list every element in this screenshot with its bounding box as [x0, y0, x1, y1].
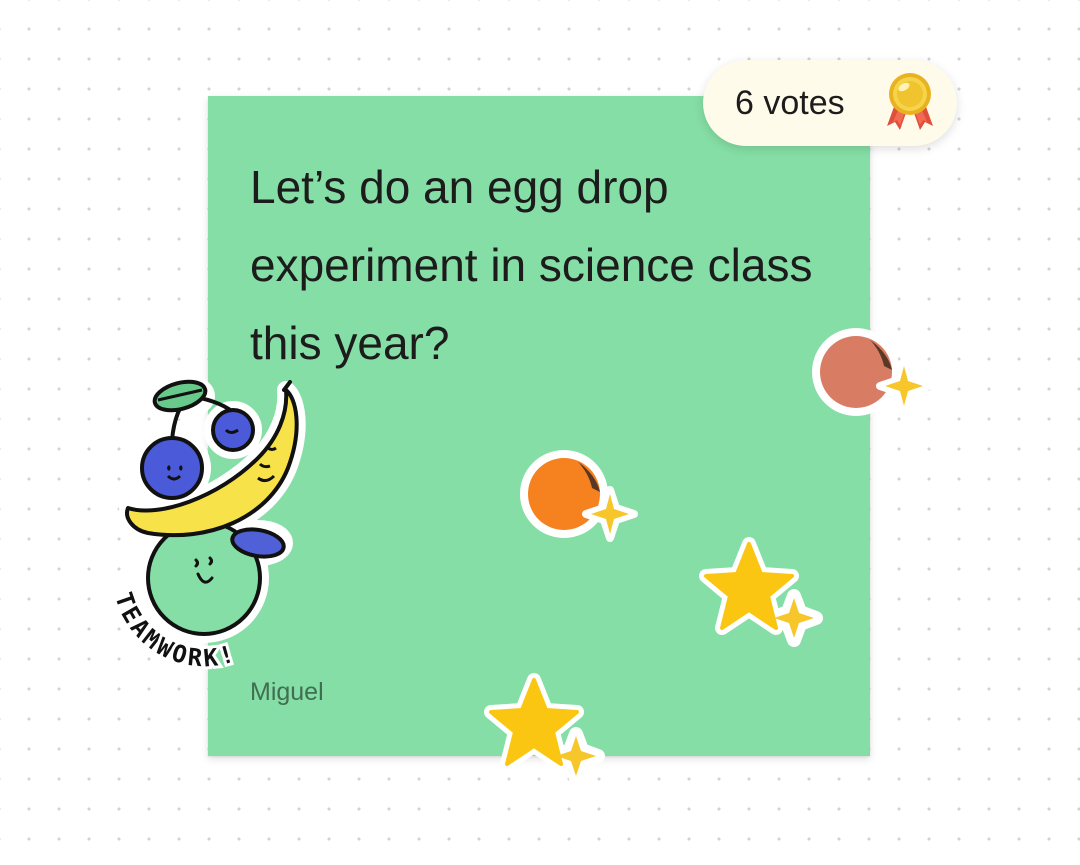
- whiteboard-canvas[interactable]: Let’s do an egg drop experiment in scien…: [0, 0, 1080, 865]
- star-sticker[interactable]: [476, 668, 611, 793]
- note-author: Miguel: [250, 678, 324, 706]
- vote-badge[interactable]: 6 votes: [703, 60, 957, 146]
- medal-icon: [881, 70, 939, 136]
- star-sticker[interactable]: [694, 534, 829, 654]
- peel-dot-sticker-orange[interactable]: [516, 444, 646, 552]
- teamwork-fruit-sticker[interactable]: TEAMWORK!: [98, 368, 313, 676]
- vote-count-label: 6 votes: [735, 84, 845, 122]
- note-text[interactable]: Let’s do an egg drop experiment in scien…: [250, 148, 830, 382]
- peel-dot-sticker-salmon[interactable]: [806, 320, 941, 425]
